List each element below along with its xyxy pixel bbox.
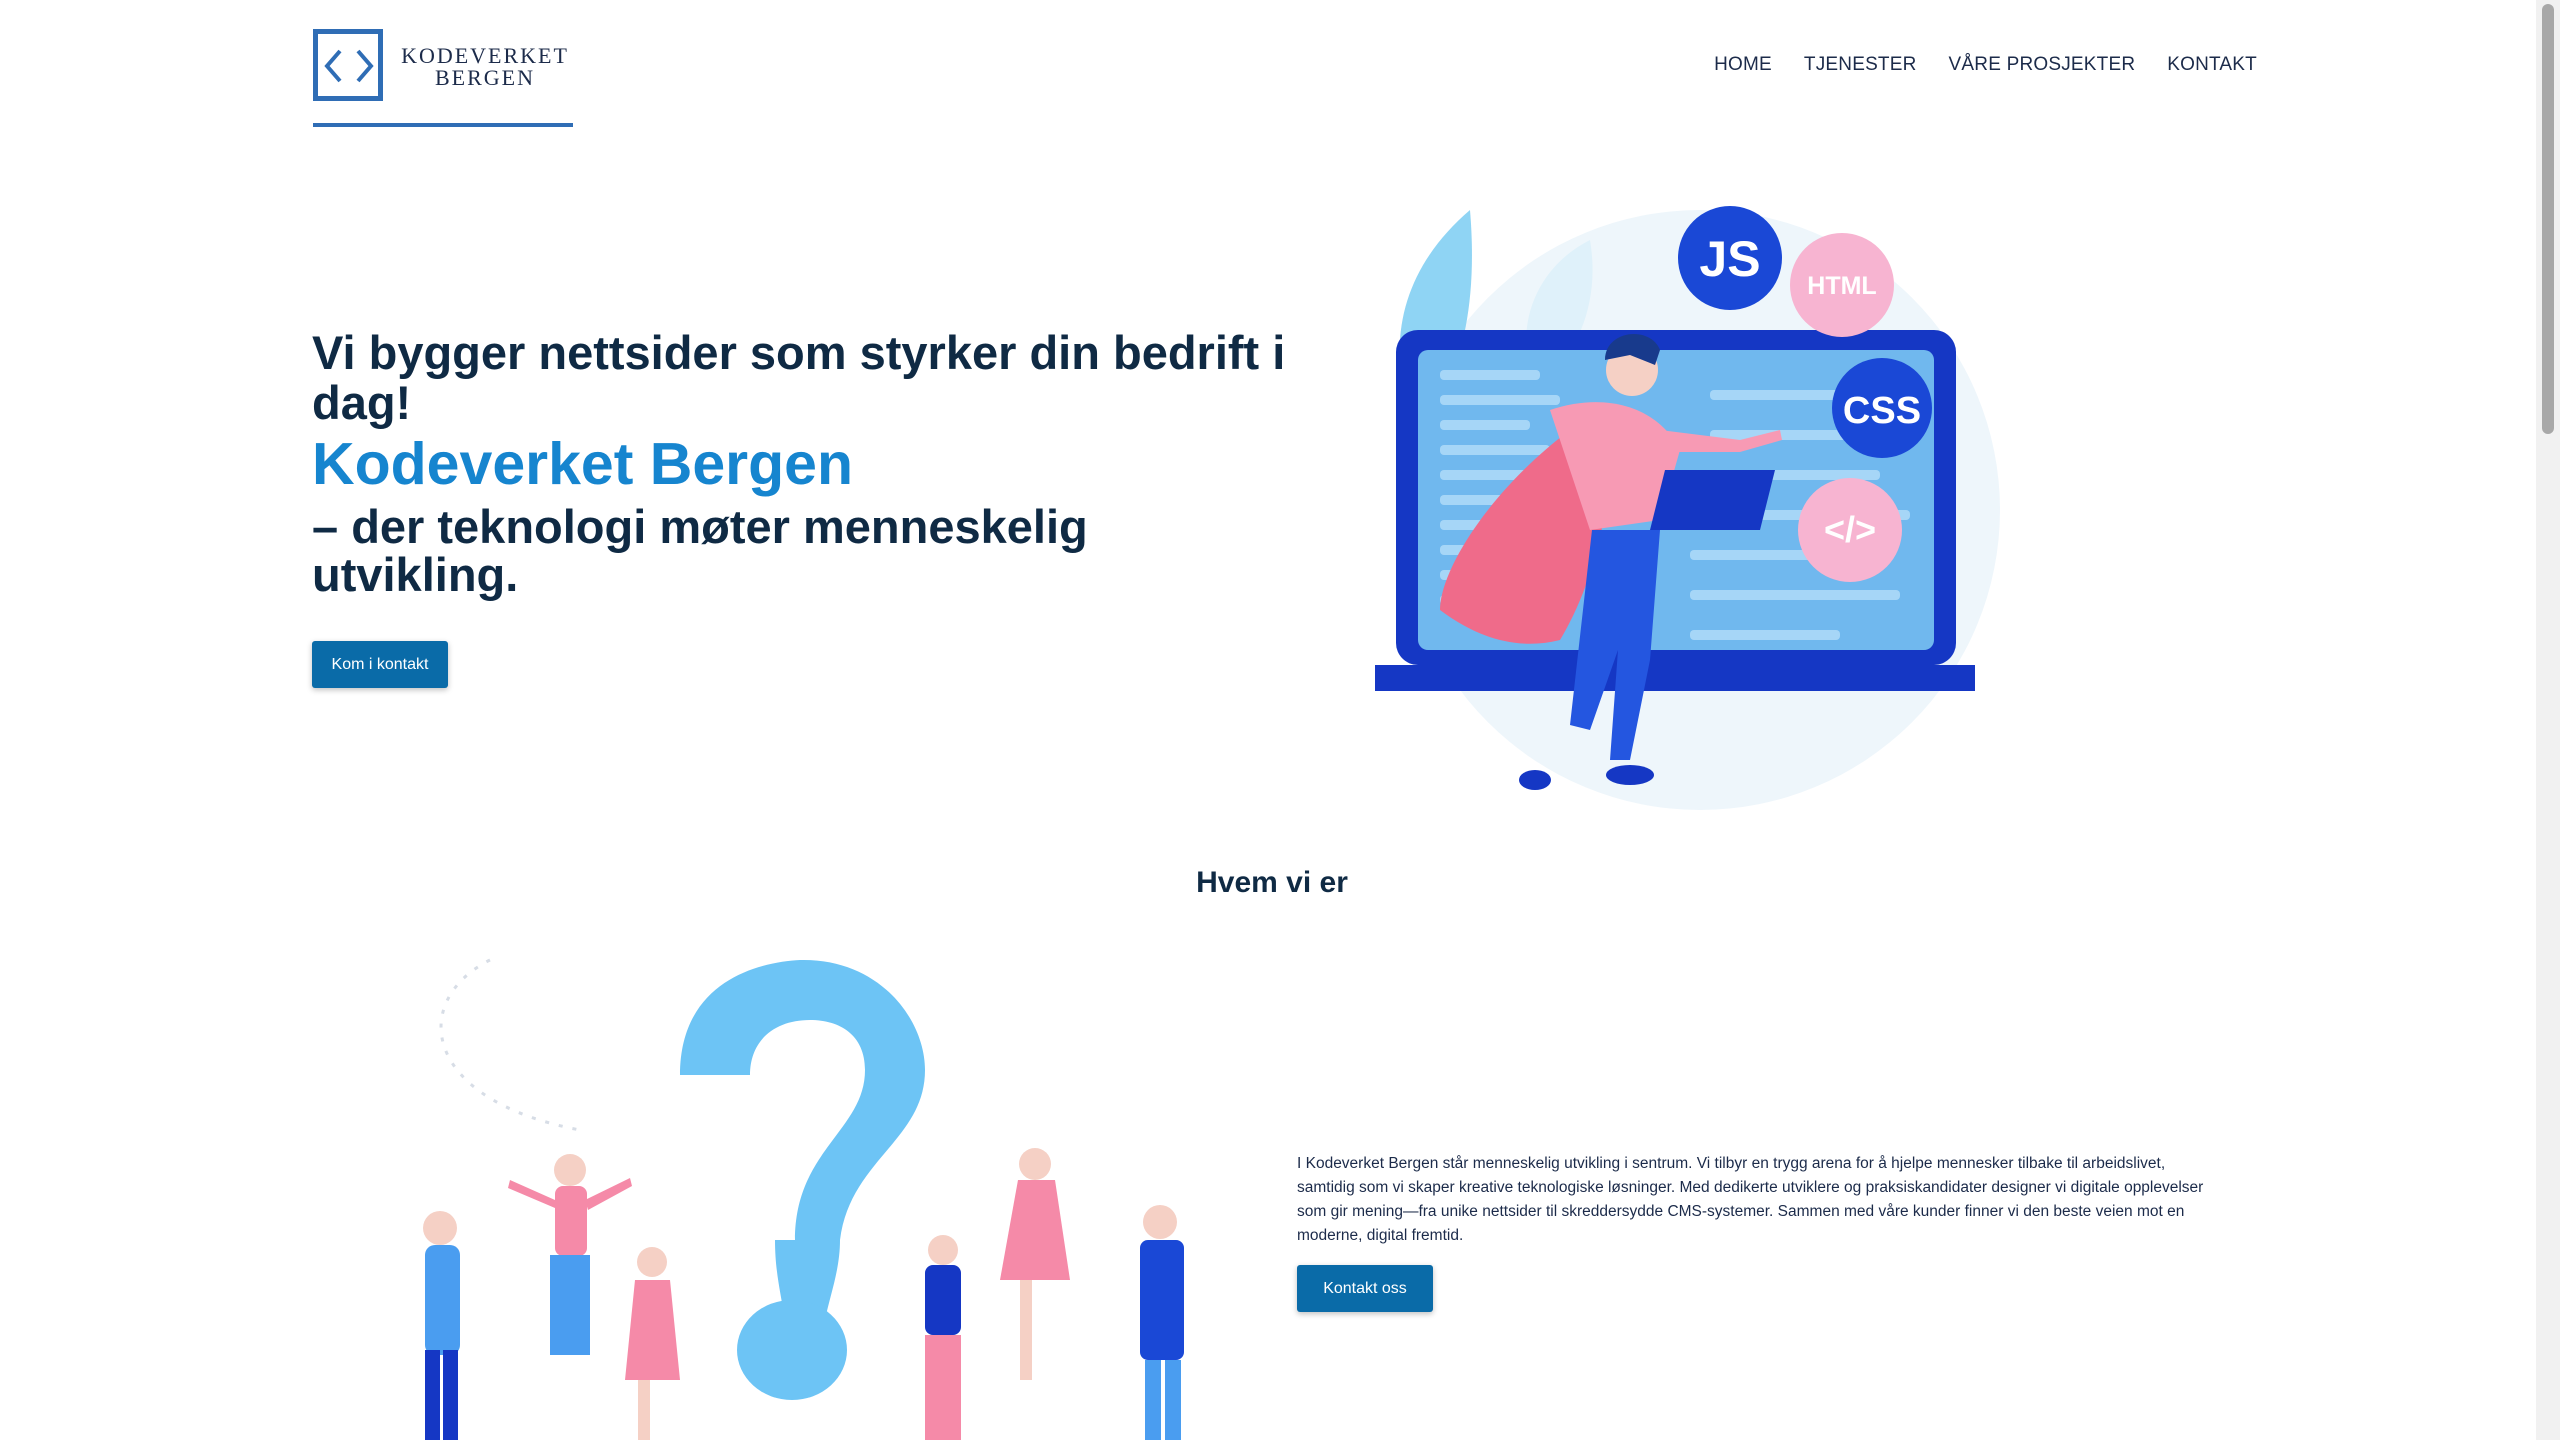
contact-us-button[interactable]: Kontakt oss xyxy=(1297,1265,1433,1312)
section-title-about: Hvem vi er xyxy=(1196,866,1348,899)
scrollbar-thumb[interactable] xyxy=(2542,4,2554,434)
logo-wordmark: KODEVERKET BERGEN xyxy=(397,45,573,89)
logo-underline xyxy=(313,123,573,127)
nav-item-tjenester[interactable]: TJENESTER xyxy=(1804,54,1917,76)
nav-item-kontakt[interactable]: KONTAKT xyxy=(2167,54,2257,76)
logo-line-1: KODEVERKET xyxy=(401,43,569,68)
hero-brand-name: Kodeverket Bergen xyxy=(312,431,854,497)
about-body-text: I Kodeverket Bergen står menneskelig utv… xyxy=(1297,1155,2204,1244)
question-mark-people-illustration xyxy=(380,940,1260,1440)
nav-item-home[interactable]: HOME xyxy=(1714,54,1772,76)
svg-text:</>: </> xyxy=(1824,509,1876,550)
js-badge-label: JS xyxy=(1699,231,1760,287)
contact-cta-button[interactable]: Kom i kontakt xyxy=(312,641,448,688)
logo-line-2: BERGEN xyxy=(435,65,535,90)
hero-subline: – der teknologi møter menneskelig utvikl… xyxy=(312,500,1088,601)
developer-superhero-illustration: JS HTML CSS </> xyxy=(1360,190,2000,810)
hero-headline: Vi bygger nettsider som styrker din bedr… xyxy=(312,326,1286,429)
code-brackets-icon xyxy=(313,29,383,101)
main-nav: HOME TJENESTER VÅRE PROSJEKTER KONTAKT xyxy=(1714,54,2257,76)
nav-item-prosjekter[interactable]: VÅRE PROSJEKTER xyxy=(1949,54,2136,76)
site-logo[interactable]: KODEVERKET BERGEN xyxy=(313,27,573,130)
svg-text:CSS: CSS xyxy=(1843,390,1921,432)
page-scrollbar[interactable] xyxy=(2536,0,2560,1440)
svg-text:HTML: HTML xyxy=(1807,272,1876,300)
